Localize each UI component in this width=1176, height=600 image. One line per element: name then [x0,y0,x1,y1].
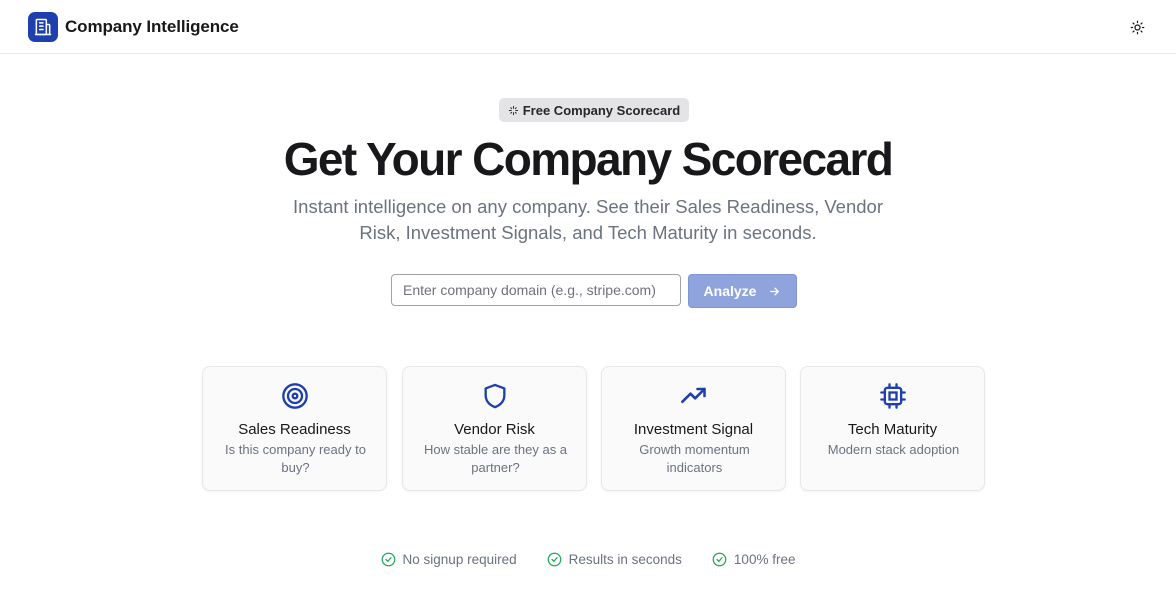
target-icon [281,383,308,409]
card-title: Investment Signal [633,421,754,438]
feature-item: No signup required [381,552,517,567]
analyze-button[interactable]: Analyze [688,274,797,308]
feature-item: 100% free [712,551,796,567]
app-header: Company Intelligence [0,0,1176,54]
arrow-right-icon [770,287,780,295]
card-tech-maturity: Tech Maturity Modern stack adoption [800,366,985,491]
app-title[interactable]: Company Intelligence [65,17,239,37]
card-title: Vendor Risk [454,421,535,438]
page-title: Get Your Company Scorecard [283,133,894,185]
card-description: Is this company ready to buy? [225,442,366,475]
sparkle-icon [508,105,518,115]
trending-up-icon [680,387,706,404]
card-sales-readiness: Sales Readiness Is this company ready to… [202,366,387,491]
check-circle-icon [381,552,395,566]
card-description: Growth momentum indicators [639,442,750,475]
check-circle-icon [547,552,561,566]
feature-label: No signup required [402,551,517,567]
card-description: Modern stack adoption [827,442,960,457]
domain-input[interactable] [391,274,681,306]
card-investment-signal: Investment Signal Growth momentum indica… [601,366,786,491]
card-description: How stable are they as a partner? [423,442,568,475]
shield-icon [484,383,505,409]
theme-toggle-button[interactable] [1124,14,1150,40]
page-subtitle: Instant intelligence on any company. See… [293,196,883,243]
feature-item: Results in seconds [547,552,682,567]
analyze-button-label: Analyze [703,283,757,299]
building-icon[interactable] [28,11,58,42]
feature-label: Results in seconds [568,551,682,567]
card-title: Tech Maturity [847,421,938,438]
sun-icon [1130,20,1144,34]
feature-label: 100% free [733,551,796,567]
badge-label: Free Company Scorecard [522,102,681,118]
feature-list: No signup required Results in seconds 10… [0,549,1176,569]
cpu-icon [879,383,906,409]
check-circle-icon [712,552,727,566]
hero-badge: Free Company Scorecard [499,98,689,122]
card-vendor-risk: Vendor Risk How stable are they as a par… [402,366,587,491]
card-title: Sales Readiness [238,421,351,438]
